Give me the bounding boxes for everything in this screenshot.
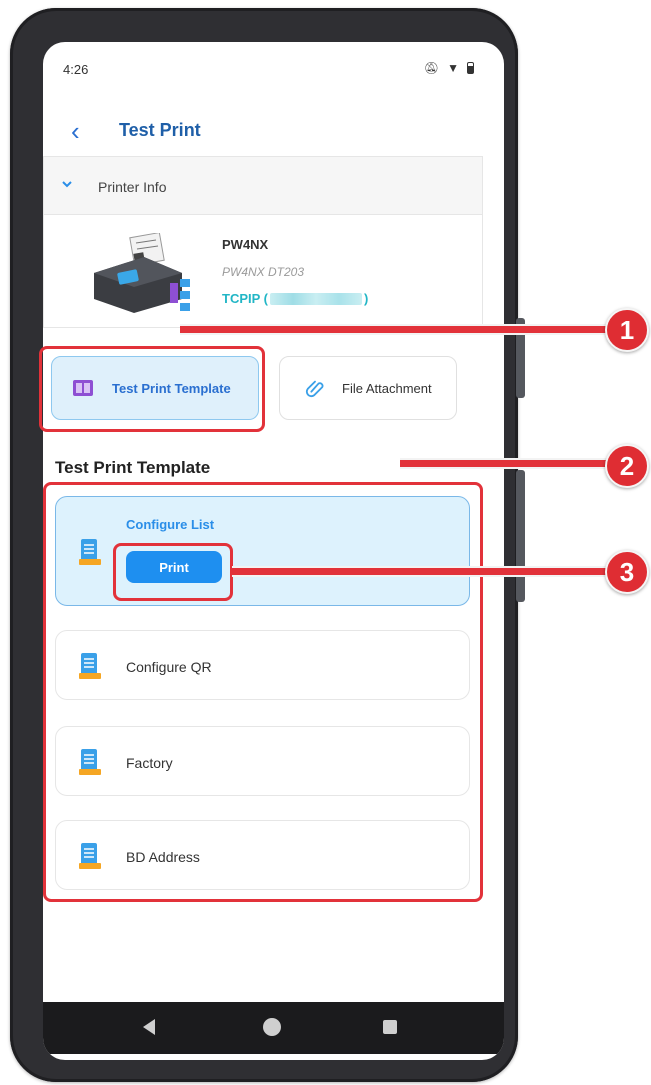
status-icons: 🔕︎ ▼ — [424, 61, 474, 75]
redacted-address — [270, 292, 362, 305]
wifi-icon: ▼ — [447, 61, 459, 75]
mute-icon: 🔕︎ — [423, 61, 440, 75]
status-bar: 4:26 🔕︎ ▼ — [43, 42, 504, 98]
printer-connection: TCPIP ( ) — [222, 291, 368, 306]
status-time: 4:26 — [63, 62, 89, 77]
nav-recent-icon[interactable] — [383, 1020, 397, 1034]
navigation-bar — [43, 1002, 504, 1054]
app-bar: ‹ Test Print — [43, 112, 504, 152]
printer-model: PW4NX DT203 — [222, 265, 305, 279]
chevron-down-icon — [62, 181, 72, 188]
battery-icon — [467, 62, 474, 74]
printer-info-header[interactable]: Printer Info — [44, 157, 482, 215]
power-button — [516, 470, 525, 602]
callout-badge-3: 3 — [605, 550, 649, 594]
callout-box-1 — [39, 346, 265, 432]
printer-name: PW4NX — [222, 237, 269, 252]
callout-box-2 — [43, 482, 483, 902]
page-title: Test Print — [119, 120, 201, 140]
tab-label: File Attachment — [342, 380, 432, 396]
callout-line-3 — [232, 566, 612, 577]
callout-line-1 — [180, 324, 614, 335]
callout-badge-1: 1 — [605, 308, 649, 352]
paperclip-icon — [305, 380, 324, 398]
nav-home-icon[interactable] — [263, 1018, 281, 1036]
callout-line-2 — [400, 458, 612, 469]
connection-close: ) — [364, 291, 369, 306]
back-arrow-icon[interactable]: ‹ — [71, 118, 95, 146]
tab-file-attachment[interactable]: File Attachment — [279, 356, 457, 420]
callout-box-3 — [113, 543, 233, 601]
callout-badge-2: 2 — [605, 444, 649, 488]
connection-type: TCPIP ( — [222, 291, 268, 306]
printer-info-title: Printer Info — [98, 179, 167, 195]
section-title: Test Print Template — [55, 458, 211, 477]
printer-image — [94, 233, 190, 313]
nav-back-icon[interactable] — [143, 1019, 155, 1035]
printer-info-panel: Printer Info PW4NX PW4NX DT203 TCPIP ( ) — [43, 156, 483, 328]
